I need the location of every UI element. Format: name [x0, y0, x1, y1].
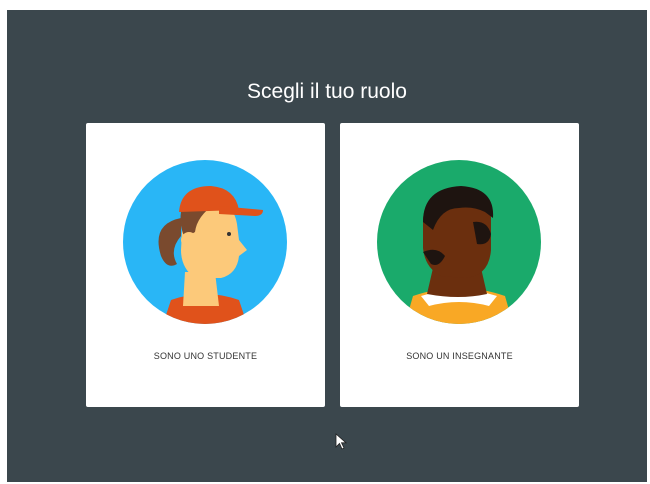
- role-selection-screen: Scegli il tuo ruolo SONO UNO STUDENTE SO…: [7, 10, 647, 482]
- student-avatar-icon: [123, 160, 287, 324]
- teacher-avatar-icon: [377, 160, 541, 324]
- page-title: Scegli il tuo ruolo: [247, 80, 407, 103]
- student-role-label: SONO UNO STUDENTE: [153, 351, 258, 361]
- teacher-role-card[interactable]: SONO UN INSEGNANTE: [340, 123, 579, 407]
- mouse-cursor-icon: [335, 433, 348, 456]
- student-role-card[interactable]: SONO UNO STUDENTE: [86, 123, 325, 407]
- teacher-role-label: SONO UN INSEGNANTE: [406, 351, 513, 361]
